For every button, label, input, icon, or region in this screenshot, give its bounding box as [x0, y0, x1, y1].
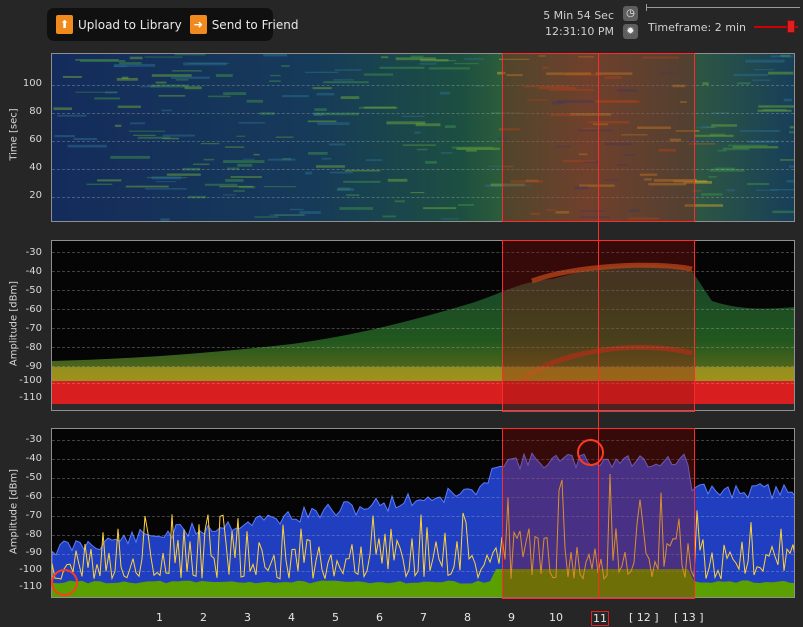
waterfall-tick: 60	[29, 134, 42, 145]
x-label[interactable]: 7	[420, 611, 427, 624]
x-label[interactable]: 10	[549, 611, 563, 624]
x-label[interactable]: [ 13 ]	[674, 611, 704, 624]
x-label[interactable]: 6	[376, 611, 383, 624]
waterfall-tick: 20	[29, 190, 42, 201]
waterfall-tick: 80	[29, 106, 42, 117]
send-label: Send to Friend	[211, 17, 299, 32]
x-label-cursor[interactable]: 11	[591, 611, 609, 626]
upload-icon: ⬆	[56, 15, 73, 34]
x-label[interactable]: 4	[288, 611, 295, 624]
x-label[interactable]: 5	[332, 611, 339, 624]
time-text: 12:31:10 PM	[544, 25, 614, 38]
density-tick: -100	[19, 375, 42, 386]
x-label[interactable]: 1	[156, 611, 163, 624]
time-slider-track[interactable]	[646, 7, 800, 8]
density-tick: -30	[25, 247, 42, 258]
waterfall-tick: 100	[22, 78, 42, 89]
spectrum-tick: -30	[25, 434, 42, 445]
density-tick: -40	[25, 266, 42, 277]
x-label[interactable]: [ 12 ]	[629, 611, 659, 624]
settings-icon[interactable]: ✹	[623, 24, 638, 39]
spectrum-tick: -110	[19, 581, 42, 592]
waterfall-tick: 40	[29, 162, 42, 173]
spectrum-tick: -80	[25, 529, 42, 540]
spectrum-tick: -50	[25, 472, 42, 483]
send-icon: ➜	[189, 15, 207, 34]
spectrum-tick: -40	[25, 453, 42, 464]
toolbar: ⬆ Upload to Library ➜ Send to Friend	[47, 8, 299, 41]
send-to-friend-button[interactable]: ➜ Send to Friend	[189, 15, 299, 34]
peak-marker[interactable]	[577, 439, 604, 466]
timeframe-label: Timeframe: 2 min	[648, 21, 746, 34]
top-bar: ⬆ Upload to Library ➜ Send to Friend 5 M…	[0, 0, 803, 48]
upload-label: Upload to Library	[78, 17, 182, 32]
clock-icon[interactable]: ◷	[623, 6, 638, 21]
x-label[interactable]: 3	[244, 611, 251, 624]
duration-text: 5 Min 54 Sec	[543, 9, 614, 22]
clock-readout: 5 Min 54 Sec 12:31:10 PM	[540, 8, 614, 40]
x-label[interactable]: 8	[464, 611, 471, 624]
density-tick: -60	[25, 304, 42, 315]
spectrum-tick: -70	[25, 510, 42, 521]
min-marker[interactable]	[51, 569, 78, 596]
cursor-line[interactable]	[598, 53, 599, 599]
density-tick: -90	[25, 361, 42, 372]
spectrum-tick: -100	[19, 564, 42, 575]
spectrum-tick: -90	[25, 547, 42, 558]
density-tick: -50	[25, 285, 42, 296]
x-label[interactable]: 9	[508, 611, 515, 624]
density-tick: -110	[19, 392, 42, 403]
density-tick: -80	[25, 342, 42, 353]
spectrum-tick: -60	[25, 491, 42, 502]
timeframe-slider-thumb[interactable]	[787, 20, 795, 33]
x-label[interactable]: 2	[200, 611, 207, 624]
density-tick: -70	[25, 323, 42, 334]
upload-to-library-button[interactable]: ⬆ Upload to Library	[56, 15, 182, 34]
